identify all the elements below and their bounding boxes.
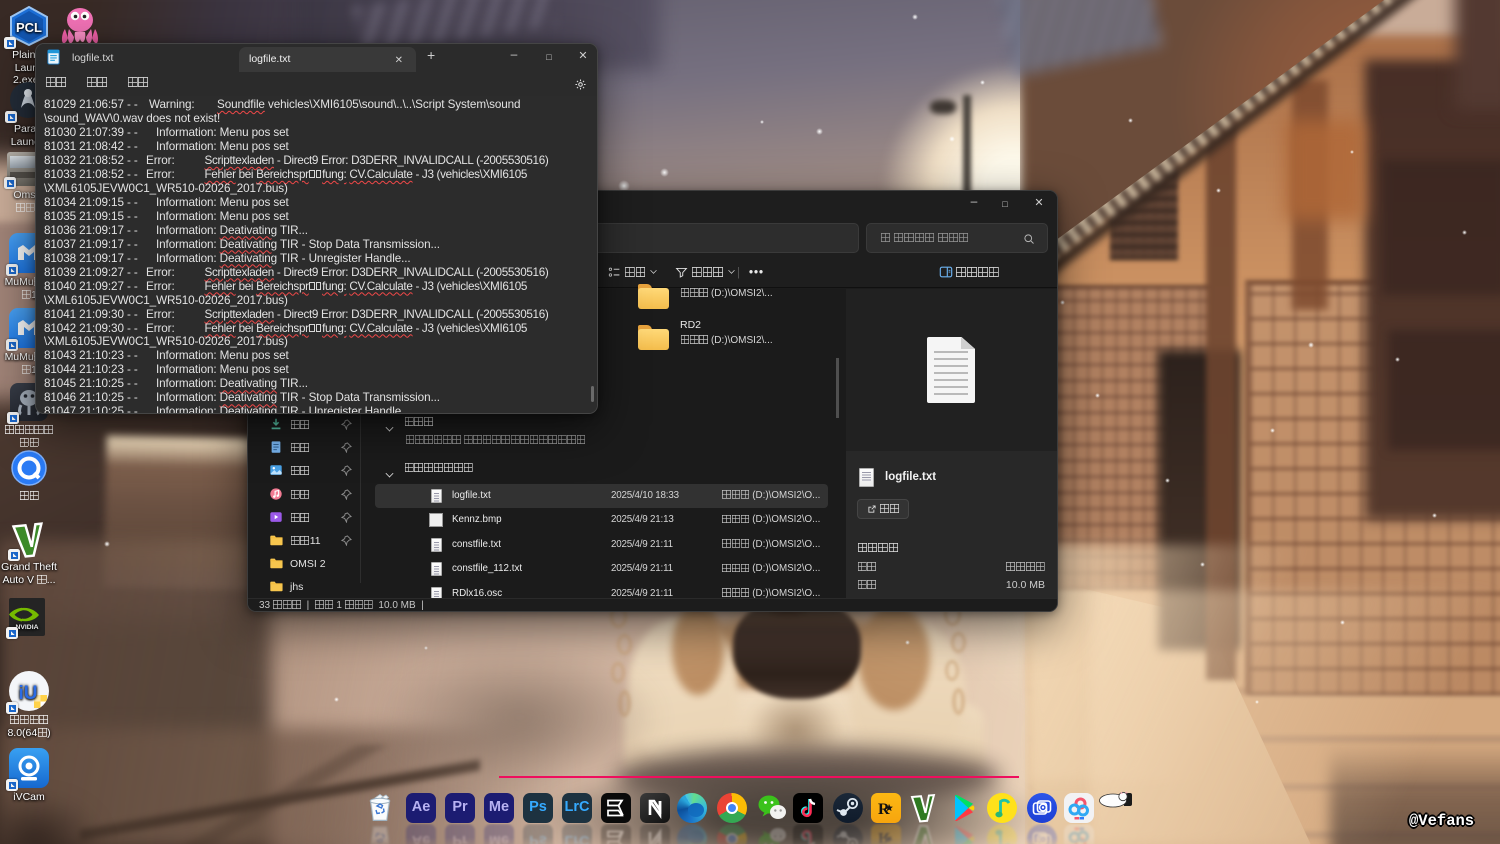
svg-text:R: R xyxy=(878,829,890,844)
svg-text:PCL: PCL xyxy=(16,20,42,35)
svg-text:NVIDIA: NVIDIA xyxy=(15,624,38,631)
svg-text:iU: iU xyxy=(19,683,38,704)
